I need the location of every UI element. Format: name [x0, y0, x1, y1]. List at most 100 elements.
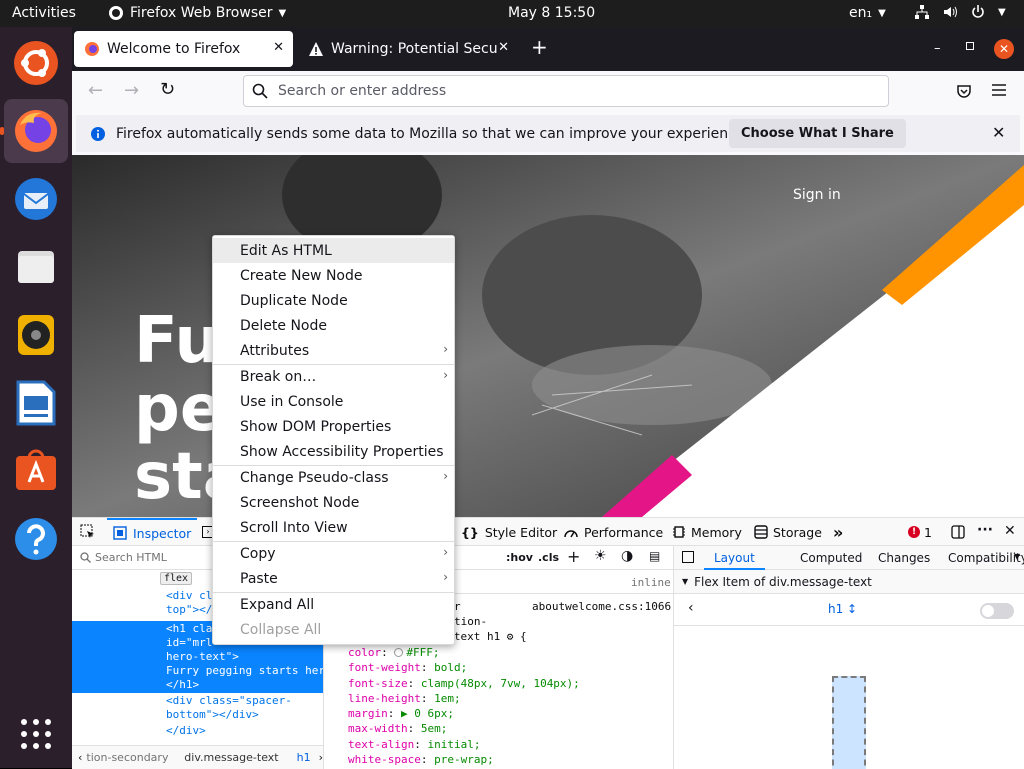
tab-style-editor[interactable]: {} Style Editor	[461, 518, 557, 546]
dock-software[interactable]	[4, 439, 68, 503]
dock-files[interactable]	[4, 235, 68, 299]
menu-item-scroll-into-view[interactable]: Scroll Into View	[213, 515, 454, 540]
css-declaration[interactable]: line-height: 1em;	[348, 692, 580, 707]
reload-button[interactable]: ↻	[160, 79, 175, 100]
css-value[interactable]: #FFF;	[406, 646, 439, 659]
highlight-toggle[interactable]	[980, 603, 1014, 619]
new-tab-button[interactable]: +	[531, 37, 548, 57]
close-notification-icon[interactable]: ✕	[992, 123, 1005, 142]
tab-performance[interactable]: Performance	[563, 518, 663, 546]
menu-item-expand-all[interactable]: Expand All	[213, 592, 454, 617]
css-value[interactable]: pre-wrap;	[434, 753, 494, 766]
maximize-button[interactable]	[966, 42, 974, 50]
app-menu[interactable]: Firefox Web Browser ▼	[108, 5, 286, 21]
choose-what-i-share-button[interactable]: Choose What I Share	[729, 119, 906, 148]
menu-item-duplicate-node[interactable]: Duplicate Node	[213, 288, 454, 313]
css-value[interactable]: 1em;	[434, 692, 461, 705]
css-property[interactable]: margin	[348, 707, 388, 720]
markup-line[interactable]: </div>	[166, 724, 206, 737]
menu-item-show-dom-properties[interactable]: Show DOM Properties	[213, 414, 454, 439]
css-value[interactable]: ▶ 0 6px;	[401, 707, 454, 720]
menu-item-show-accessibility-properties[interactable]: Show Accessibility Properties	[213, 439, 454, 464]
print-icon[interactable]: ▤	[649, 549, 660, 563]
dark-mode-icon[interactable]: ◑	[621, 548, 633, 564]
flex-badge[interactable]: flex	[160, 572, 193, 585]
css-property[interactable]: text-align	[348, 738, 414, 751]
back-button[interactable]: ←	[88, 80, 103, 101]
tab-computed[interactable]: Computed	[800, 551, 862, 565]
menu-item-create-new-node[interactable]: Create New Node	[213, 263, 454, 288]
markup-line[interactable]: <div class="spacer-	[166, 694, 292, 707]
tab-changes[interactable]: Changes	[878, 551, 930, 565]
tab-memory[interactable]: Memory	[672, 518, 742, 546]
system-menu[interactable]: ▼	[914, 4, 1006, 20]
color-swatch[interactable]	[394, 648, 404, 657]
css-value[interactable]: bold;	[434, 661, 467, 674]
css-declaration[interactable]: margin: ▶ 0 6px;	[348, 707, 580, 722]
close-tab-icon[interactable]: ✕	[498, 40, 509, 55]
forward-button[interactable]: →	[124, 80, 139, 101]
css-property[interactable]: line-height	[348, 692, 421, 705]
url-bar[interactable]: Search or enter address	[243, 75, 889, 107]
css-property[interactable]: font-size	[348, 677, 408, 690]
sidebar-toggle-icon[interactable]	[682, 551, 694, 563]
light-mode-icon[interactable]: ☀	[594, 548, 607, 564]
hov-toggle[interactable]: :hov	[506, 551, 533, 564]
menu-item-change-pseudo-class[interactable]: Change Pseudo-class ›	[213, 465, 454, 490]
tab-welcome[interactable]: Welcome to Firefox ✕	[74, 31, 293, 67]
markup-line[interactable]: bottom"></div>	[166, 708, 259, 721]
css-property[interactable]: font-weight	[348, 661, 421, 674]
css-declaration[interactable]: font-weight: bold;	[348, 661, 580, 676]
close-window-button[interactable]: ✕	[994, 39, 1014, 59]
css-declaration[interactable]: max-width: 5em;	[348, 722, 580, 737]
error-indicator[interactable]: ! 1	[908, 518, 932, 546]
menu-item-paste[interactable]: Paste ›	[213, 566, 454, 591]
clock[interactable]: May 8 15:50	[508, 5, 595, 21]
more-options-icon[interactable]: ···	[977, 522, 993, 538]
css-property[interactable]: color	[348, 646, 381, 659]
sign-in-link[interactable]: Sign in	[793, 187, 841, 203]
input-source[interactable]: en₁ ▼	[849, 5, 886, 21]
minimize-button[interactable]: –	[934, 41, 941, 56]
cls-toggle[interactable]: .cls	[538, 551, 559, 564]
css-declaration[interactable]: white-space: pre-wrap;	[348, 753, 580, 768]
css-declaration[interactable]: color: #FFF;	[348, 646, 580, 661]
pick-element-icon[interactable]	[80, 524, 96, 540]
tab-compatibility[interactable]: Compatibility	[948, 551, 1024, 565]
close-devtools-icon[interactable]: ✕	[1004, 523, 1016, 539]
tab-storage[interactable]: Storage	[754, 518, 822, 546]
rule-source-link[interactable]: aboutwelcome.css:1066	[532, 600, 671, 613]
tab-inspector[interactable]: Inspector	[107, 518, 198, 546]
breadcrumb-item[interactable]: h1	[297, 751, 311, 764]
menu-icon[interactable]	[992, 84, 1006, 96]
markup-line[interactable]: <div cl	[166, 589, 212, 602]
flex-item-header[interactable]: ▼ Flex Item of div.message-text	[674, 570, 1024, 594]
css-value[interactable]: initial;	[427, 738, 480, 751]
dock-thunderbird[interactable]	[4, 167, 68, 231]
dock-help[interactable]	[4, 507, 68, 571]
breadcrumb-item[interactable]: tion-secondary	[86, 751, 170, 764]
close-tab-icon[interactable]: ✕	[273, 40, 284, 55]
chevron-down-icon[interactable]: ▼	[1014, 552, 1020, 561]
show-applications-button[interactable]	[4, 702, 68, 766]
breadcrumb-back-icon[interactable]: ‹	[78, 751, 82, 764]
dock-writer[interactable]	[4, 371, 68, 435]
more-tools-chevron-icon[interactable]: »	[833, 518, 843, 546]
dock-side-icon[interactable]	[951, 525, 965, 539]
css-declaration[interactable]: font-size: clamp(48px, 7vw, 104px);	[348, 677, 580, 692]
dock-rhythmbox[interactable]	[4, 303, 68, 367]
css-value[interactable]: 5em;	[421, 722, 448, 735]
breadcrumb-item[interactable]: div.message-text	[184, 751, 278, 764]
css-value[interactable]: clamp(48px, 7vw, 104px);	[421, 677, 580, 690]
tab-warning[interactable]: Warning: Potential Security Risk Ahead ✕	[298, 31, 518, 67]
menu-item-copy[interactable]: Copy ›	[213, 541, 454, 566]
menu-item-screenshot-node[interactable]: Screenshot Node	[213, 490, 454, 515]
css-property[interactable]: white-space	[348, 753, 421, 766]
dock-ubuntu[interactable]	[4, 31, 68, 95]
menu-item-attributes[interactable]: Attributes ›	[213, 338, 454, 363]
menu-item-delete-node[interactable]: Delete Node	[213, 313, 454, 338]
css-property[interactable]: max-width	[348, 722, 408, 735]
css-declaration[interactable]: text-align: initial;	[348, 738, 580, 753]
add-rule-icon[interactable]: +	[567, 547, 580, 566]
pocket-icon[interactable]	[956, 83, 972, 99]
